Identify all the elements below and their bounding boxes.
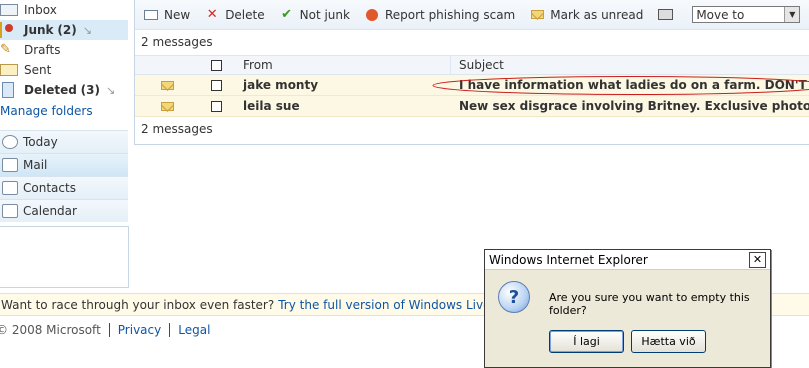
envelope-icon [161, 96, 174, 116]
message-from: leila sue [243, 99, 300, 113]
folder-junk[interactable]: Junk (2) ↘ [0, 20, 128, 40]
folder-sent[interactable]: Sent [0, 60, 128, 80]
column-from[interactable]: From [243, 56, 273, 74]
report-phishing-button[interactable]: Report phishing scam [364, 7, 515, 23]
folder-label: Junk [24, 23, 54, 37]
phishing-icon [364, 7, 380, 23]
close-icon[interactable]: ✕ [749, 251, 766, 268]
confirm-dialog: Windows Internet Explorer ✕ ? Are you su… [484, 249, 771, 368]
mark-unread-label: Mark as unread [550, 7, 644, 22]
column-header-row: From Subject [135, 55, 809, 75]
checkmark-icon: ✔ [281, 7, 293, 22]
printer-icon [657, 7, 673, 23]
nav-label: Today [23, 135, 58, 149]
folder-label: Sent [24, 63, 52, 77]
folder-drafts[interactable]: ✎ Drafts [0, 40, 128, 60]
footer-divider [108, 323, 110, 337]
table-row[interactable]: leila sue New sex disgrace involving Bri… [135, 96, 809, 117]
delete-icon: ✕ [206, 7, 218, 22]
folder-label: Drafts [24, 43, 61, 57]
calendar-icon [2, 204, 18, 218]
cancel-button[interactable]: Hætta við [631, 330, 706, 353]
folder-label: Inbox [24, 3, 57, 17]
promo-link[interactable]: Try the full version of Windows Live Ho [278, 298, 510, 312]
trash-icon [2, 82, 14, 98]
sent-icon [0, 64, 18, 76]
footer-divider [169, 323, 171, 337]
nav-label: Mail [23, 158, 48, 172]
column-divider [450, 56, 451, 74]
folder-count: (3) [80, 83, 100, 97]
move-to-select[interactable]: Move to ▼ [692, 6, 801, 23]
row-checkbox[interactable] [211, 96, 222, 116]
new-button[interactable]: New [143, 7, 190, 23]
contacts-icon [2, 181, 18, 195]
column-subject[interactable]: Subject [459, 56, 504, 74]
chevron-down-icon: ▼ [784, 7, 800, 22]
new-message-icon [143, 7, 159, 23]
table-row[interactable]: jake monty I have information what ladie… [135, 75, 809, 96]
clock-icon [2, 135, 18, 149]
empty-folder-icon[interactable]: ↘ [83, 24, 92, 37]
report-phishing-label: Report phishing scam [384, 7, 516, 22]
dialog-title: Windows Internet Explorer [489, 252, 648, 267]
legal-link[interactable]: Legal [178, 323, 210, 337]
envelope-icon [529, 7, 545, 23]
pencil-icon: ✎ [0, 42, 11, 57]
promo-text: Want to race through your inbox even fas… [1, 297, 275, 312]
new-label: New [164, 7, 191, 22]
nav-mail[interactable]: Mail [0, 153, 128, 176]
question-icon: ? [498, 281, 530, 313]
nav-label: Calendar [23, 204, 77, 218]
junk-icon [0, 22, 18, 38]
folder-deleted[interactable]: Deleted (3) ↘ [0, 80, 128, 100]
mail-icon [2, 158, 18, 172]
delete-label: Delete [225, 7, 265, 22]
dialog-titlebar[interactable]: Windows Internet Explorer ✕ [485, 250, 770, 270]
message-from: jake monty [243, 78, 319, 92]
copyright: © 2008 Microsoft [0, 323, 101, 337]
nav-panel-box [0, 226, 129, 288]
message-list-pane: New ✕ Delete ✔ Not junk Report phishing … [134, 0, 809, 145]
footer: © 2008 Microsoft Privacy Legal [0, 323, 210, 337]
message-count-top: 2 messages [141, 35, 213, 49]
folder-inbox[interactable]: Inbox [0, 0, 128, 20]
empty-folder-icon[interactable]: ↘ [106, 84, 115, 97]
folder-count: (2) [57, 23, 77, 37]
ok-button[interactable]: Í lagi [549, 330, 624, 353]
message-count-bottom: 2 messages [141, 122, 213, 136]
message-subject[interactable]: New sex disgrace involving Britney. Excl… [459, 96, 809, 116]
nav-label: Contacts [23, 181, 76, 195]
nav-contacts[interactable]: Contacts [0, 176, 128, 199]
inbox-icon [0, 4, 18, 16]
left-pane: Inbox Junk (2) ↘ ✎ Drafts Sent Deleted (… [0, 0, 130, 290]
dialog-message: Are you sure you want to empty this fold… [549, 291, 750, 317]
move-to-value: Move to [696, 7, 745, 22]
envelope-icon [161, 75, 174, 95]
delete-button[interactable]: ✕ Delete [204, 7, 265, 23]
select-all-checkbox[interactable] [211, 56, 222, 74]
row-checkbox[interactable] [211, 75, 222, 95]
not-junk-button[interactable]: ✔ Not junk [279, 7, 350, 23]
nav-calendar[interactable]: Calendar [0, 199, 128, 222]
nav-today[interactable]: Today [0, 130, 128, 153]
mark-unread-button[interactable]: Mark as unread [529, 7, 643, 23]
not-junk-label: Not junk [299, 7, 350, 22]
annotation-ellipse [432, 76, 809, 95]
toolbar: New ✕ Delete ✔ Not junk Report phishing … [135, 0, 809, 30]
privacy-link[interactable]: Privacy [118, 323, 161, 337]
print-button[interactable] [657, 7, 678, 23]
folder-label: Deleted [24, 83, 77, 97]
manage-folders-link[interactable]: Manage folders [0, 104, 93, 118]
